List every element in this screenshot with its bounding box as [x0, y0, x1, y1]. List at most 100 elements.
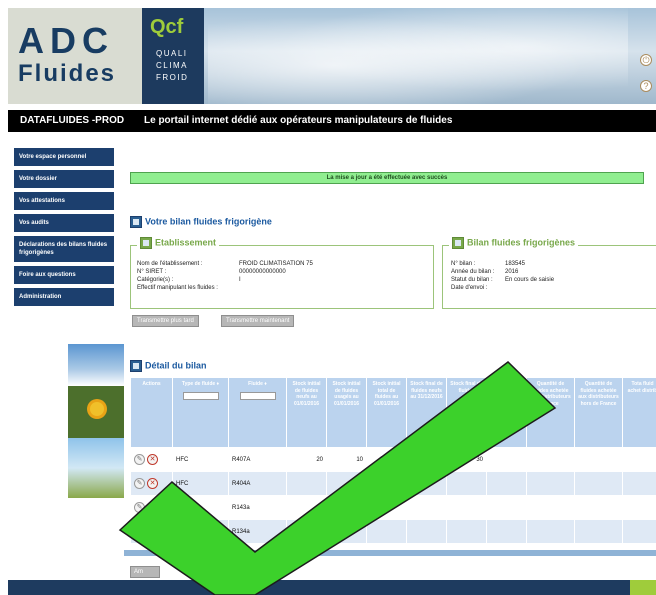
sidebar-item-faq[interactable]: Foire aux questions	[14, 266, 114, 284]
qcf-text: QUALI CLIMA FROID	[156, 48, 188, 84]
type-filter-input[interactable]	[182, 391, 219, 400]
cell-value	[406, 495, 447, 520]
dandelion-photo	[68, 438, 124, 498]
edit-icon[interactable]: ✎	[134, 478, 145, 489]
edit-icon[interactable]: ✎	[134, 454, 145, 465]
cell-empty	[526, 495, 575, 520]
cell-value	[326, 471, 367, 496]
row-actions	[130, 519, 173, 544]
field-value: FROID CLIMATISATION 75	[239, 261, 313, 267]
table-scrollbar[interactable]	[124, 550, 656, 556]
col-type-fluide[interactable]: Type de fluide ♦	[172, 377, 229, 448]
fluide-filter-input[interactable]	[239, 391, 276, 400]
bottom-action-button[interactable]: Am	[130, 566, 160, 578]
cell-value	[406, 519, 447, 544]
cell-value	[446, 519, 487, 544]
cell-type	[172, 519, 229, 544]
col-achat-hors-france: Quantité de fluides achetée aux distribu…	[574, 377, 623, 448]
main-content: La mise a jour a été effectuée avec succ…	[124, 150, 656, 595]
cell-empty	[526, 471, 575, 496]
detail-title-text: Détail du bilan	[145, 360, 207, 371]
cell-value: 20	[286, 447, 327, 472]
col-hidden	[486, 377, 527, 448]
cell-empty	[574, 471, 623, 496]
bilan-info-title: Bilan fluides frigorigènes	[449, 237, 579, 249]
power-icon[interactable]: ⏻	[640, 54, 652, 66]
cell-empty	[526, 519, 575, 544]
sidebar-item-espace-personnel[interactable]: Votre espace personnel	[14, 148, 114, 166]
cell-value	[286, 471, 327, 496]
site-name: DATAFLUIDES -PROD	[20, 115, 125, 126]
col-stock-final: Stock final de fluides	[446, 377, 487, 448]
cell-value: 10	[326, 447, 367, 472]
cell-empty	[574, 495, 623, 520]
field-label: Nom de l'établissement :	[137, 261, 203, 267]
cell-empty	[574, 519, 623, 544]
delete-icon[interactable]: ✕	[147, 454, 158, 465]
qcf-line: CLIMA	[156, 61, 188, 70]
cell-value: 0	[286, 519, 327, 544]
transmit-now-button[interactable]: Transmettre maintenant	[221, 315, 295, 327]
field-label: N° bilan :	[451, 261, 476, 267]
cell-value: 30	[366, 447, 407, 472]
table-row: R134a 0	[130, 519, 656, 544]
edit-icon[interactable]: ✎	[134, 502, 145, 513]
table-row: ✎ ✕ HFC R143a 10 10	[130, 495, 656, 520]
sidebar-item-dossier[interactable]: Votre dossier	[14, 170, 114, 188]
logo-fluides-text: Fluides	[18, 60, 117, 87]
field-value: I	[239, 277, 241, 283]
cell-value	[446, 471, 487, 496]
cell-empty	[622, 519, 656, 544]
transmit-later-button[interactable]: Transmettre plus tard	[132, 315, 199, 327]
delete-icon[interactable]: ✕	[147, 478, 158, 489]
row-actions: ✎ ✕	[130, 447, 173, 472]
document-icon	[130, 360, 142, 372]
etablissement-title: Etablissement	[137, 237, 220, 249]
qcf-line: QUALI	[156, 49, 188, 58]
cell-empty	[486, 447, 527, 472]
cell-fluide: R407A	[228, 447, 287, 472]
bilan-detail-table: Actions Type de fluide ♦ Fluide ♦ Stock …	[130, 377, 656, 544]
col-stock-usages: Stock initial de fluides usagés au 01/01…	[326, 377, 367, 448]
help-icon[interactable]: ?	[640, 80, 652, 92]
table-row: ✎ ✕ HFC R404A	[130, 471, 656, 496]
cell-value: 10	[326, 495, 367, 520]
cell-empty	[622, 471, 656, 496]
sidebar-item-declarations[interactable]: Déclarations des bilans fluides frigorig…	[14, 236, 114, 262]
bilan-title-text: Votre bilan fluides frigorigène	[145, 216, 272, 227]
cell-empty	[622, 447, 656, 472]
col-fluide[interactable]: Fluide ♦	[228, 377, 287, 448]
sidebar-item-administration[interactable]: Administration	[14, 288, 114, 306]
top-bar: DATAFLUIDES -PROD Le portail internet dé…	[8, 110, 656, 132]
cell-empty	[526, 447, 575, 472]
cell-empty	[574, 447, 623, 472]
field-value: En cours de saisie	[505, 277, 555, 283]
cell-empty	[486, 495, 527, 520]
cell-value	[446, 495, 487, 520]
cell-empty	[486, 471, 527, 496]
cell-value: 30	[446, 447, 487, 472]
bilan-section-title: Votre bilan fluides frigorigène	[130, 216, 272, 228]
qcf-mark: Qcf	[150, 16, 184, 38]
row-actions: ✎ ✕	[130, 471, 173, 496]
col-stock-total: Stock initial total de fluides au 01/01/…	[366, 377, 407, 448]
table-header-row: Actions Type de fluide ♦ Fluide ♦ Stock …	[130, 377, 656, 448]
col-total-achat: Tota fluid achet distrib	[622, 377, 656, 448]
etablissement-keys: Nom de l'établissement : N° SIRET : Caté…	[137, 260, 237, 292]
success-message: La mise a jour a été effectuée avec succ…	[130, 172, 644, 184]
field-label: N° SIRET :	[137, 269, 167, 275]
sidebar-item-audits[interactable]: Vos audits	[14, 214, 114, 232]
field-label: Effectif manipulant les fluides :	[137, 285, 218, 291]
cell-type: HFC	[172, 495, 229, 520]
document-icon	[140, 237, 152, 249]
detail-section-title: Détail du bilan	[130, 360, 207, 372]
logo-adc-text: ADC	[18, 20, 114, 61]
col-stock-neufs: Stock initial de fluides neufs au 01/01/…	[286, 377, 327, 448]
footer-accent	[630, 580, 656, 595]
etablissement-title-text: Etablissement	[155, 237, 217, 248]
sidebar-item-attestations[interactable]: Vos attestations	[14, 192, 114, 210]
document-icon	[452, 237, 464, 249]
sunflower-photo	[68, 386, 124, 438]
delete-icon[interactable]: ✕	[147, 502, 158, 513]
cell-value	[406, 471, 447, 496]
